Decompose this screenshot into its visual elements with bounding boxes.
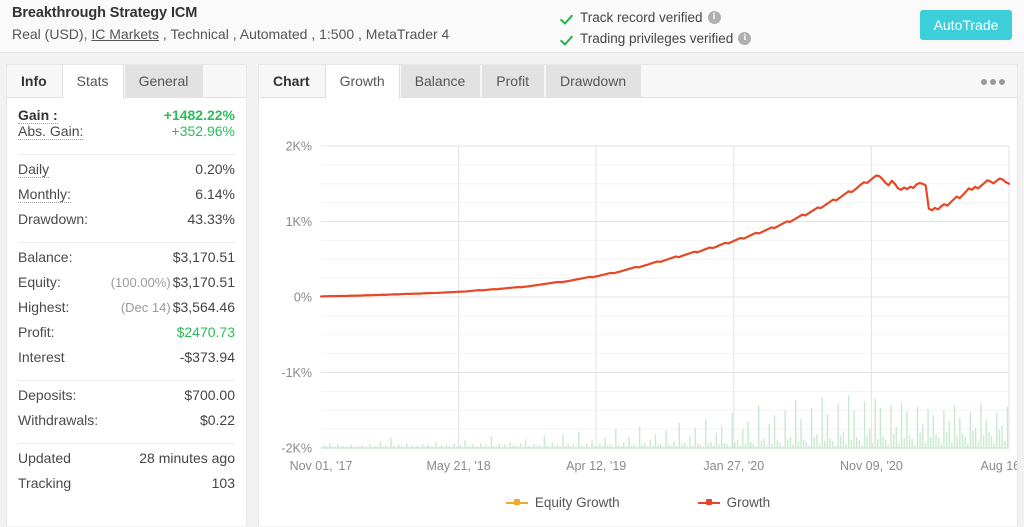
sidebar-label-info: Info: [21, 73, 47, 89]
stats-row-value: 43.33%: [187, 211, 235, 227]
stats-sidebar: Info Stats General Gain : +1482.22% Abs. G…: [6, 64, 247, 526]
stats-row: Profit: $2470.73: [18, 324, 235, 349]
verification-track-record: Track record verified i: [562, 8, 751, 26]
stats-row-value: $0.22: [199, 412, 235, 428]
stats-row: Withdrawals: $0.22: [18, 412, 235, 437]
svg-text:Nov 01, '17: Nov 01, '17: [290, 459, 353, 473]
stats-row: Monthly: 6.14%: [18, 186, 235, 211]
stats-divider: [18, 154, 235, 155]
stats-row-value: 28 minutes ago: [139, 450, 235, 466]
stats-row-value: -$373.94: [179, 349, 235, 365]
growth-chart: 2K% 1K% 0% -1K% -2K% Nov 01, '17 May 21, '18 Ap…: [259, 98, 1024, 526]
stats-divider: [18, 242, 235, 243]
stats-row-label: Tracking: [18, 475, 72, 491]
svg-text:2K%: 2K%: [286, 140, 312, 154]
stats-row-label: Deposits:: [18, 387, 77, 403]
chart-svg: 2K% 1K% 0% -1K% -2K% Nov 01, '17 May 21, '18 Ap…: [281, 140, 1024, 474]
stats-row: Daily 0.20%: [18, 161, 235, 186]
svg-text:Apr 12, '19: Apr 12, '19: [566, 459, 626, 473]
legend-label: Equity Growth: [534, 495, 620, 510]
tab-stats[interactable]: Stats: [61, 65, 124, 99]
tab-profit[interactable]: Profit: [482, 65, 544, 98]
more-horizontal-icon[interactable]: [979, 76, 1005, 88]
account-type: Real (USD),: [12, 26, 92, 42]
stats-row: Abs. Gain: +352.96%: [18, 123, 235, 148]
stats-row-label: Updated: [18, 450, 71, 466]
legend-item-growth[interactable]: Growth: [697, 495, 771, 510]
stats-row-value: 103: [211, 475, 235, 491]
stats-row-label: Balance:: [18, 249, 73, 265]
autotrade-button[interactable]: AutoTrade: [920, 10, 1012, 40]
chart-label: Chart: [273, 73, 310, 89]
stats-divider: [18, 380, 235, 381]
stats-row: Interest -$373.94: [18, 349, 235, 374]
stats-row-label: Interest: [18, 349, 65, 365]
tab-balance[interactable]: Balance: [400, 65, 481, 98]
svg-text:May 21, '18: May 21, '18: [426, 459, 490, 473]
account-meta: Real (USD), IC Markets , Technical , Aut…: [12, 26, 449, 42]
legend-swatch: [697, 498, 720, 507]
chart-panel: Chart Growth Balance Profit Drawdown 2K%…: [258, 64, 1024, 526]
verification-trading-privileges: Trading privileges verified i: [562, 29, 752, 47]
svg-text:Nov 09, '20: Nov 09, '20: [840, 459, 903, 473]
svg-text:-1K%: -1K%: [281, 366, 312, 380]
legend-item-equity-growth[interactable]: Equity Growth: [505, 495, 620, 510]
stats-row-label[interactable]: Monthly:: [18, 186, 71, 203]
stats-row-annotation: (100.00%): [110, 275, 171, 290]
chart-tabbar: Chart Growth Balance Profit Drawdown: [259, 65, 1017, 99]
tab-drawdown[interactable]: Drawdown: [545, 65, 642, 98]
verification-label: Track record verified: [580, 9, 703, 25]
stats-row-value: 6.14%: [195, 186, 235, 202]
stats-row-label[interactable]: Gain :: [18, 107, 58, 124]
legend-swatch: [505, 498, 528, 507]
stats-row-value: (100.00%) $3,170.51: [110, 274, 235, 290]
page-title: Breakthrough Strategy ICM: [12, 5, 198, 21]
info-icon[interactable]: i: [738, 31, 752, 45]
tab-growth[interactable]: Growth: [324, 65, 400, 99]
svg-text:0%: 0%: [294, 291, 312, 305]
stats-row: Deposits: $700.00: [18, 387, 235, 412]
stats-row-value: $2470.73: [176, 324, 235, 340]
stats-row-value: +352.96%: [171, 123, 235, 139]
account-details: , Technical , Automated , 1:500 , MetaTr…: [159, 26, 450, 42]
stats-row-label[interactable]: Abs. Gain:: [18, 123, 84, 140]
svg-text:Jan 27, '20: Jan 27, '20: [703, 459, 764, 473]
stats-row-label: Equity:: [18, 274, 61, 290]
tab-general[interactable]: General: [124, 65, 204, 98]
stats-row-label: Withdrawals:: [18, 412, 99, 428]
stats-divider: [18, 443, 235, 444]
stats-row: Updated 28 minutes ago: [18, 450, 235, 475]
stats-row-label: Profit:: [18, 324, 55, 340]
legend-label: Growth: [726, 495, 771, 510]
stats-row: Equity: (100.00%) $3,170.51: [18, 274, 235, 299]
stats-row-value: (Dec 14) $3,564.46: [120, 299, 235, 315]
stats-row-value: 0.20%: [195, 161, 235, 177]
broker-link[interactable]: IC Markets: [91, 26, 159, 42]
svg-text:-2K%: -2K%: [281, 442, 312, 456]
stats-row-label: Drawdown:: [18, 211, 89, 227]
svg-text:Aug 16, ...: Aug 16, ...: [981, 459, 1017, 473]
svg-text:1K%: 1K%: [286, 215, 312, 229]
stats-row: Gain : +1482.22%: [18, 98, 235, 124]
chart-legend: Equity Growth Growth: [259, 495, 1017, 510]
sidebar-tabbar: Info Stats General: [7, 65, 246, 99]
stats-row-value: $3,170.51: [172, 249, 235, 265]
stats-row: Highest: (Dec 14) $3,564.46: [18, 299, 235, 324]
stats-row: Tracking 103: [18, 475, 235, 500]
stats-row-value: +1482.22%: [163, 107, 235, 123]
stats-row: Drawdown: 43.33%: [18, 211, 235, 236]
stats-row-label[interactable]: Daily: [18, 161, 50, 178]
stats-row: Balance: $3,170.51: [18, 249, 235, 274]
check-icon: [562, 32, 575, 45]
page-header: Breakthrough Strategy ICM Real (USD), IC…: [0, 0, 1024, 53]
verification-label: Trading privileges verified: [580, 30, 734, 46]
check-icon: [562, 11, 575, 24]
stats-row-label: Highest:: [18, 299, 70, 315]
info-icon[interactable]: i: [707, 10, 721, 24]
stats-row-annotation: (Dec 14): [120, 300, 171, 315]
verification-block: Track record verified i Trading privileg…: [562, 8, 752, 50]
stats-list: Gain : +1482.22% Abs. Gain: +352.96% Daily 0.…: [7, 98, 246, 500]
stats-row-value: $700.00: [184, 387, 235, 403]
